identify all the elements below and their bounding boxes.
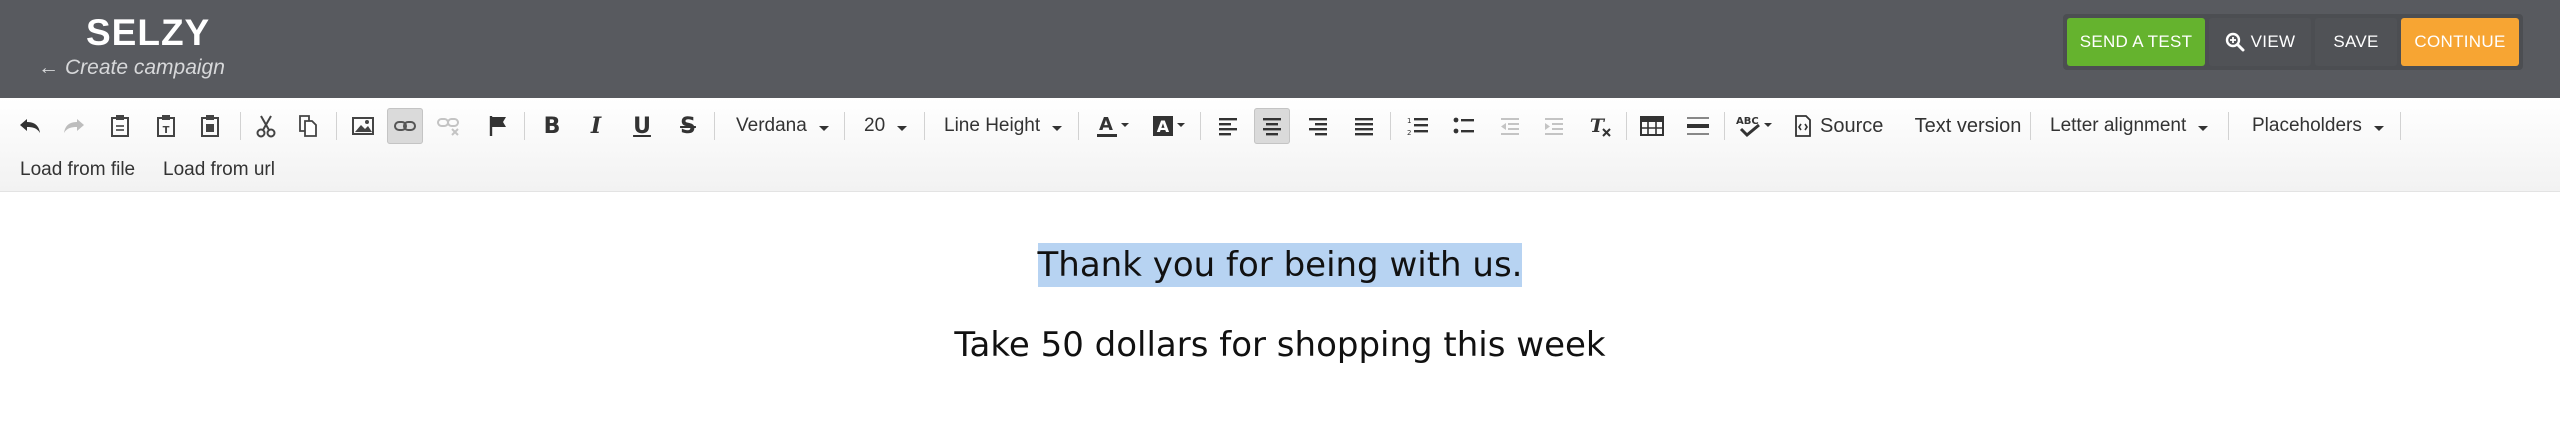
source-icon <box>1795 115 1811 137</box>
toolbar-separator <box>1390 112 1391 140</box>
table-icon[interactable] <box>1634 108 1670 144</box>
paste-icon[interactable] <box>102 108 138 144</box>
back-arrow-icon: ← <box>38 56 59 79</box>
anchor-flag-icon[interactable] <box>480 108 516 144</box>
clear-format-icon[interactable]: T <box>1582 108 1618 144</box>
toolbar-separator <box>240 112 241 140</box>
toolbar-separator <box>2400 112 2401 140</box>
toolbar-separator <box>924 112 925 140</box>
toolbar-separator <box>2030 112 2031 140</box>
align-right-icon[interactable] <box>1300 108 1336 144</box>
font-family-select[interactable]: Verdana <box>736 108 836 144</box>
back-link-label: Create campaign <box>65 56 225 79</box>
indent-icon[interactable] <box>1536 108 1572 144</box>
svg-text:T: T <box>163 125 170 136</box>
background-color-icon[interactable]: A <box>1150 108 1190 144</box>
chevron-down-icon <box>818 125 829 131</box>
spellcheck-icon[interactable]: ABC <box>1734 108 1776 144</box>
back-to-create-campaign-link[interactable]: ← Create campaign <box>38 56 225 80</box>
unlink-icon[interactable] <box>431 108 467 144</box>
send-test-button[interactable]: SEND A TEST <box>2067 18 2205 66</box>
font-size-select[interactable]: 20 <box>864 108 924 144</box>
placeholders-select[interactable]: Placeholders <box>2252 108 2392 144</box>
toolbar-separator <box>2228 112 2229 140</box>
align-justify-icon[interactable] <box>1346 108 1382 144</box>
source-label: Source <box>1820 114 1884 137</box>
strikethrough-icon[interactable]: S <box>670 108 706 144</box>
image-icon[interactable] <box>345 108 381 144</box>
view-button-label: VIEW <box>2250 32 2296 51</box>
text-color-icon[interactable]: A <box>1094 108 1134 144</box>
undo-icon[interactable] <box>12 108 48 144</box>
cut-icon[interactable] <box>248 108 284 144</box>
font-size-value: 20 <box>864 115 886 136</box>
font-family-value: Verdana <box>736 115 807 136</box>
letter-alignment-select[interactable]: Letter alignment <box>2050 108 2220 144</box>
selected-text[interactable]: Thank you for being with us. <box>1037 243 1523 287</box>
toolbar-separator <box>1200 112 1201 140</box>
italic-glyph: I <box>590 113 602 139</box>
toolbar-separator <box>844 112 845 140</box>
svg-text:1: 1 <box>1407 117 1411 125</box>
source-button[interactable]: Source <box>1794 108 1890 144</box>
copy-icon[interactable] <box>290 108 326 144</box>
paste-word-icon[interactable] <box>192 108 228 144</box>
line-height-select[interactable]: Line Height <box>944 108 1074 144</box>
header-actions: SEND A TEST VIEW SAVE CONTINUE <box>2063 14 2523 70</box>
toolbar-separator <box>1078 112 1079 140</box>
toolbar-separator <box>1724 112 1725 140</box>
top-header: SELZY ← Create campaign SEND A TEST VIEW … <box>0 0 2560 98</box>
placeholders-value: Placeholders <box>2252 115 2362 136</box>
redo-icon[interactable] <box>56 108 92 144</box>
align-left-icon[interactable] <box>1210 108 1246 144</box>
svg-text:A: A <box>1099 114 1113 135</box>
svg-text:T: T <box>1590 115 1606 137</box>
bulleted-list-icon[interactable] <box>1446 108 1482 144</box>
strikethrough-glyph: S <box>680 113 696 139</box>
chevron-down-icon <box>2198 125 2209 131</box>
content-line-2[interactable]: Take 50 dollars for shopping this week <box>0 325 2560 365</box>
italic-icon[interactable]: I <box>578 108 614 144</box>
chevron-down-icon <box>897 125 908 131</box>
editor-content-area[interactable]: Thank you for being with us. Take 50 dol… <box>0 193 2560 424</box>
save-button[interactable]: SAVE <box>2315 18 2397 66</box>
chevron-down-icon <box>2373 125 2384 131</box>
selzy-logo[interactable]: SELZY <box>86 12 210 54</box>
align-center-icon[interactable] <box>1254 108 1290 144</box>
toolbar-separator <box>714 112 715 140</box>
view-button[interactable]: VIEW <box>2209 18 2311 66</box>
editor-toolbar: T B I U S Verdana 20 Line Height A A 1 2… <box>0 98 2560 192</box>
svg-text:ABC: ABC <box>1736 116 1759 127</box>
svg-text:2: 2 <box>1407 129 1411 137</box>
toolbar-separator <box>336 112 337 140</box>
toolbar-separator <box>1626 112 1627 140</box>
letter-alignment-value: Letter alignment <box>2050 115 2187 136</box>
bold-icon[interactable]: B <box>534 108 570 144</box>
text-version-button[interactable]: Text version <box>1910 108 2026 144</box>
paste-text-icon[interactable]: T <box>148 108 184 144</box>
search-icon <box>2225 32 2245 52</box>
outdent-icon[interactable] <box>1492 108 1528 144</box>
load-from-file-button[interactable]: Load from file <box>20 156 135 184</box>
bold-glyph: B <box>543 113 561 139</box>
chevron-down-icon <box>1052 125 1063 131</box>
toolbar-separator <box>524 112 525 140</box>
line-height-value: Line Height <box>944 115 1041 136</box>
underline-icon[interactable]: U <box>624 108 660 144</box>
numbered-list-icon[interactable]: 12 <box>1400 108 1436 144</box>
horizontal-rule-icon[interactable] <box>1680 108 1716 144</box>
svg-text:A: A <box>1157 117 1170 136</box>
continue-button[interactable]: CONTINUE <box>2401 18 2519 66</box>
link-icon[interactable] <box>387 108 423 144</box>
underline-glyph: U <box>633 113 651 139</box>
load-from-url-button[interactable]: Load from url <box>163 156 275 184</box>
content-line-1: Thank you for being with us. <box>0 243 2560 287</box>
